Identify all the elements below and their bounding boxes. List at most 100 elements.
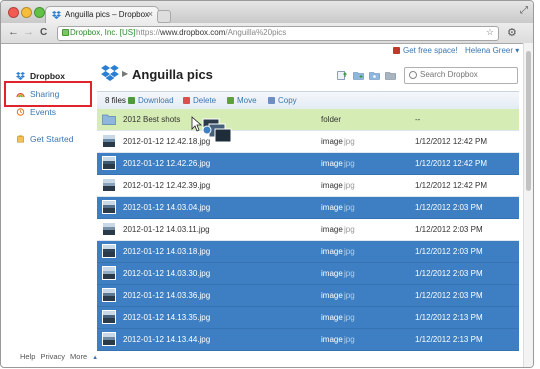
forward-button[interactable]: → (23, 26, 34, 38)
move-icon (227, 97, 234, 104)
file-name: 2012-01-12 14.03.04.jpg (123, 203, 211, 212)
help-link[interactable]: Help (20, 352, 35, 361)
privacy-link[interactable]: Privacy (40, 352, 65, 361)
reload-button[interactable]: C (40, 27, 47, 38)
upload-icon[interactable] (337, 71, 348, 80)
show-deleted-icon[interactable] (385, 71, 396, 80)
file-extension: jpg (344, 291, 355, 300)
dropbox-logo-icon[interactable] (101, 65, 119, 81)
download-icon (128, 97, 135, 104)
file-row[interactable]: 2012-01-12 14.03.18.jpg image jpg 1/12/2012… (97, 241, 519, 263)
dropbox-favicon-icon (52, 11, 61, 19)
file-row[interactable]: 2012-01-12 14.03.11.jpg image jpg 1/12/2012… (97, 219, 519, 241)
window-resize-icon[interactable]: ⤢ (520, 5, 528, 16)
lock-icon (62, 29, 69, 36)
sidebar-item-label: Get Started (30, 134, 74, 144)
file-modified-date: 1/12/2012 2:03 PM (415, 225, 483, 234)
file-row[interactable]: 2012-01-12 14.13.35.jpg image jpg 1/12/2012… (97, 307, 519, 329)
delete-button[interactable]: Delete (183, 96, 216, 105)
back-button[interactable]: ← (8, 26, 19, 38)
browser-tab[interactable]: Anguilla pics – Dropbox × (45, 6, 159, 24)
url-path: /Anguilla%20pics (225, 28, 287, 37)
file-row[interactable]: 2012-01-12 14.03.36.jpg image jpg 1/12/2012… (97, 285, 519, 307)
browser-toolbar: ← → C Dropbox, Inc. [US] https://www.dro… (1, 23, 533, 44)
file-modified-date: 1/12/2012 2:13 PM (415, 313, 483, 322)
file-row[interactable]: 2012-01-12 12.42.26.jpg image jpg 1/12/2012… (97, 153, 519, 175)
file-kind: image (321, 313, 343, 322)
more-link[interactable]: More (70, 352, 87, 361)
file-kind: image (321, 137, 343, 146)
events-icon (16, 108, 25, 116)
copy-icon (268, 97, 275, 104)
image-thumbnail-icon (102, 288, 116, 302)
sidebar-item-label: Sharing (30, 89, 60, 99)
zoom-window-button[interactable] (34, 7, 45, 18)
delete-icon (183, 97, 190, 104)
url-host: www.dropbox.com (160, 28, 226, 37)
download-button[interactable]: Download (128, 96, 174, 105)
file-kind: image (321, 225, 343, 234)
copy-button[interactable]: Copy (268, 96, 297, 105)
share-folder-icon[interactable] (369, 71, 380, 80)
image-thumbnail-icon (102, 222, 116, 236)
new-folder-icon[interactable] (353, 71, 364, 80)
user-menu[interactable]: Helena Greer ▾ (465, 46, 519, 55)
file-name: 2012-01-12 12.42.26.jpg (123, 159, 211, 168)
tab-close-icon[interactable]: × (148, 9, 153, 19)
file-extension: jpg (344, 247, 355, 256)
file-name: 2012-01-12 14.03.30.jpg (123, 269, 211, 278)
file-name: 2012-01-12 14.03.36.jpg (123, 291, 211, 300)
folder-row[interactable]: 2012 Best shots folder -- (97, 109, 519, 131)
image-thumbnail-icon (102, 178, 116, 192)
sharing-rainbow-icon (16, 92, 25, 98)
file-kind: image (321, 247, 343, 256)
image-thumbnail-icon (102, 134, 116, 148)
image-thumbnail-icon (102, 200, 116, 214)
new-tab-button[interactable] (157, 10, 171, 23)
file-name: 2012-01-12 14.13.35.jpg (123, 313, 211, 322)
file-row[interactable]: 2012-01-12 12.42.39.jpg image jpg 1/12/2012… (97, 175, 519, 197)
settings-wrench-icon[interactable]: ⚙ (507, 26, 517, 39)
file-row[interactable]: 2012-01-12 14.13.44.jpg image jpg 1/12/2012… (97, 329, 519, 351)
move-button[interactable]: Move (227, 96, 257, 105)
file-name: 2012-01-12 14.13.44.jpg (123, 335, 211, 344)
file-name: 2012-01-12 12.42.39.jpg (123, 181, 211, 190)
copy-label: Copy (278, 96, 297, 105)
file-extension: jpg (344, 269, 355, 278)
search-icon (409, 71, 417, 79)
image-thumbnail-icon (102, 310, 116, 324)
image-thumbnail-icon (102, 156, 116, 170)
address-bar[interactable]: Dropbox, Inc. [US] https://www.dropbox.c… (57, 26, 499, 41)
expand-up-icon[interactable]: ▲ (92, 355, 98, 361)
sidebar-footer: Help Privacy More ▲ (20, 352, 103, 361)
download-label: Download (138, 96, 174, 105)
file-modified-date: 1/12/2012 2:03 PM (415, 247, 483, 256)
ev-certificate-label: Dropbox, Inc. [US] (70, 28, 136, 37)
file-kind: image (321, 335, 343, 344)
file-modified-date: 1/12/2012 2:13 PM (415, 335, 483, 344)
file-kind: image (321, 269, 343, 278)
file-modified-date: 1/12/2012 2:03 PM (415, 269, 483, 278)
get-free-space-link[interactable]: Get free space! (393, 46, 458, 55)
file-extension: jpg (344, 159, 355, 168)
vertical-scrollbar[interactable] (523, 43, 533, 367)
file-row[interactable]: 2012-01-12 12.42.18.jpg image jpg 1/12/2012… (97, 131, 519, 153)
file-modified-date: 1/12/2012 12:42 PM (415, 159, 488, 168)
image-thumbnail-icon (102, 244, 116, 258)
file-kind: image (321, 203, 343, 212)
search-box[interactable] (404, 67, 518, 84)
file-modified-date: 1/12/2012 12:42 PM (415, 137, 488, 146)
file-row[interactable]: 2012-01-12 14.03.30.jpg image jpg 1/12/2012… (97, 263, 519, 285)
search-input[interactable] (420, 70, 514, 79)
file-row[interactable]: 2012-01-12 14.03.04.jpg image jpg 1/12/2012… (97, 197, 519, 219)
close-window-button[interactable] (8, 7, 19, 18)
file-modified-date: 1/12/2012 2:03 PM (415, 203, 483, 212)
browser-titlebar: Anguilla pics – Dropbox × ⤢ (1, 1, 533, 24)
minimize-window-button[interactable] (21, 7, 32, 18)
gift-icon (393, 47, 400, 54)
scrollbar-thumb[interactable] (526, 51, 531, 191)
action-bar: 8 files Download Delete Move Copy (97, 91, 519, 110)
bookmark-star-icon[interactable]: ☆ (486, 27, 494, 38)
file-kind: image (321, 159, 343, 168)
file-extension: jpg (344, 137, 355, 146)
